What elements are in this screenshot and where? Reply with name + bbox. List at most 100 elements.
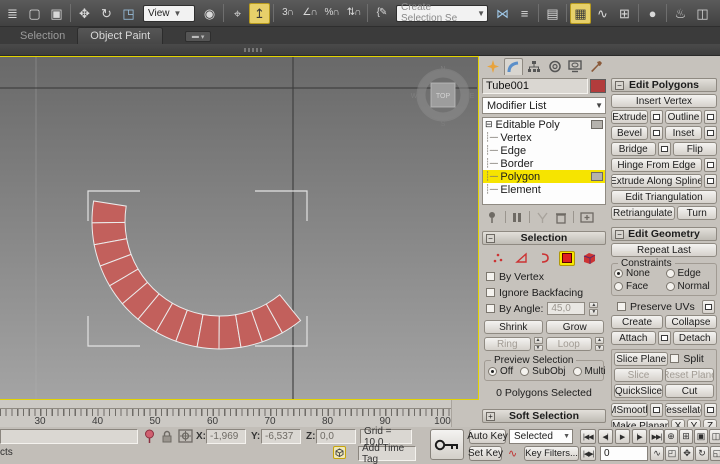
render-production-icon[interactable]: ♨ — [714, 3, 720, 24]
set-keys-button[interactable] — [430, 429, 464, 460]
named-selection-set-dropdown[interactable]: Create Selection Se ▼ — [396, 5, 488, 22]
percent-snap-icon[interactable]: %∩ — [321, 3, 342, 24]
tab-selection[interactable]: Selection — [8, 28, 77, 44]
select-and-scale-icon[interactable]: ◳ — [118, 3, 139, 24]
viewcube-north[interactable]: N — [440, 66, 445, 73]
selection-rollout-header[interactable]: − Selection — [482, 231, 606, 245]
mini-curve-editor-icon[interactable]: ∿ — [650, 446, 664, 461]
edit-polygons-rollout-header[interactable]: − Edit Polygons — [611, 78, 717, 92]
y-coordinate-field[interactable]: -6,537 — [261, 429, 301, 444]
tube-selected-polygons[interactable] — [92, 201, 301, 349]
quickslice-button[interactable]: QuickSlice — [614, 384, 663, 398]
maximize-viewport-icon[interactable]: ◱ — [710, 446, 720, 461]
attach-button[interactable]: Attach — [611, 331, 656, 345]
msmooth-button[interactable]: MSmooth — [611, 403, 648, 417]
extrude-settings-icon[interactable] — [650, 110, 663, 124]
ring-button[interactable]: Ring — [484, 337, 531, 351]
outline-button[interactable]: Outline — [665, 110, 702, 124]
stack-item-root[interactable]: ⊟Editable Poly — [483, 118, 605, 131]
grow-button[interactable]: Grow — [546, 320, 605, 334]
add-time-tag[interactable]: Add Time Tag — [358, 446, 416, 461]
select-and-move-icon[interactable]: ✥ — [74, 3, 95, 24]
edit-named-selection-sets-icon[interactable]: {✎ — [371, 3, 392, 24]
modify-tab-icon[interactable] — [504, 58, 524, 75]
slice-plane-button[interactable]: Slice Plane — [614, 352, 668, 366]
insert-vertex-button[interactable]: Insert Vertex — [611, 94, 717, 108]
window-crossing-toggle-icon[interactable]: ▣ — [46, 3, 67, 24]
align-icon[interactable]: ≡ — [514, 3, 535, 24]
viewcube-south[interactable]: S — [441, 121, 446, 128]
curve-editor-icon[interactable]: ∿ — [592, 3, 613, 24]
modifier-list-dropdown[interactable]: Modifier List ▼ — [482, 97, 606, 114]
next-frame-button[interactable]: |▶ — [632, 429, 647, 444]
angle-snap-icon[interactable]: ∠∩ — [299, 3, 320, 24]
viewcube-east[interactable]: E — [470, 93, 475, 100]
schematic-view-icon[interactable]: ⊞ — [614, 3, 635, 24]
configure-modifier-sets-icon[interactable] — [580, 211, 594, 224]
use-pivot-point-center-icon[interactable]: ◉ — [199, 3, 220, 24]
ribbon-minimize-control[interactable]: ▬▾ — [185, 31, 211, 42]
zoom-extents-all-icon[interactable]: ◫ — [709, 429, 720, 444]
x-coordinate-field[interactable]: -1,969 — [206, 429, 246, 444]
zoom-extents-icon[interactable]: ▣ — [694, 429, 708, 444]
edit-geometry-rollout-header[interactable]: − Edit Geometry — [611, 227, 717, 241]
vertex-subobject-icon[interactable] — [490, 251, 506, 266]
previous-frame-button[interactable]: ◀| — [598, 429, 613, 444]
show-end-result-icon[interactable] — [512, 211, 523, 224]
by-angle-spinner[interactable]: ▲▼ — [589, 302, 598, 316]
constraint-face-radio[interactable] — [614, 282, 623, 291]
rendered-frame-window-icon[interactable]: ◫ — [692, 3, 713, 24]
preview-off-radio[interactable] — [488, 367, 497, 376]
preserve-uvs-checkbox[interactable] — [617, 302, 626, 311]
constraint-edge-radio[interactable] — [666, 269, 675, 278]
graphite-modeling-tools-icon[interactable]: ▦ — [570, 3, 591, 24]
hinge-settings-icon[interactable] — [704, 158, 717, 172]
ignore-backfacing-checkbox[interactable] — [486, 288, 495, 297]
go-to-end-button[interactable]: ▶▶| — [649, 429, 665, 444]
stack-item-polygon[interactable]: ┊----Polygon — [483, 170, 605, 183]
stack-item-element[interactable]: ┊----Element — [483, 183, 605, 196]
play-button[interactable]: ▶ — [615, 429, 630, 444]
viewcube-top-label[interactable]: TOP — [436, 93, 451, 100]
polygon-subobject-icon[interactable] — [559, 251, 575, 266]
split-checkbox[interactable] — [670, 354, 679, 363]
slice-button[interactable]: Slice — [614, 368, 663, 382]
preview-subobj-radio[interactable] — [520, 367, 529, 376]
edit-triangulation-button[interactable]: Edit Triangulation — [611, 190, 717, 204]
top-viewport[interactable]: TOP N S W E — [0, 56, 479, 400]
by-angle-value-field[interactable]: 45,0 — [547, 302, 585, 315]
retriangulate-button[interactable]: Retriangulate — [611, 206, 675, 220]
shrink-button[interactable]: Shrink — [484, 320, 543, 334]
isolate-toggle-button[interactable] — [333, 446, 346, 459]
pan-icon[interactable]: ✥ — [680, 446, 694, 461]
hierarchy-tab-icon[interactable] — [524, 58, 544, 75]
select-and-rotate-icon[interactable]: ↻ — [96, 3, 117, 24]
collapse-button[interactable]: Collapse — [665, 315, 717, 329]
key-mode-toggle[interactable]: |◀▶| — [580, 446, 596, 461]
tab-object-paint[interactable]: Object Paint — [77, 27, 163, 44]
msmooth-settings-icon[interactable] — [650, 403, 663, 417]
bridge-settings-icon[interactable] — [658, 142, 671, 156]
reference-coordinate-system-dropdown[interactable]: View ▼ — [143, 5, 195, 22]
make-unique-icon[interactable] — [536, 211, 549, 224]
motion-tab-icon[interactable] — [545, 58, 565, 75]
isolate-selection-icon[interactable] — [144, 429, 155, 444]
inset-button[interactable]: Inset — [665, 126, 702, 140]
zoom-icon[interactable]: ⊕ — [664, 429, 678, 444]
inset-settings-icon[interactable] — [704, 126, 717, 140]
repeat-last-button[interactable]: Repeat Last — [611, 243, 717, 257]
viewcube[interactable]: TOP N S W E — [411, 66, 475, 128]
absolute-mode-icon[interactable] — [178, 429, 193, 443]
turn-button[interactable]: Turn — [677, 206, 718, 220]
utilities-tab-icon[interactable] — [586, 58, 606, 75]
hinge-from-edge-button[interactable]: Hinge From Edge — [611, 158, 702, 172]
make-planar-button[interactable]: Make Planar — [611, 419, 669, 427]
expand-icon[interactable]: + — [486, 412, 495, 421]
preserve-uvs-settings-icon[interactable] — [702, 300, 715, 314]
new-key-curve-icon[interactable]: ∿ — [508, 447, 517, 460]
auto-key-button[interactable]: Auto Key — [469, 429, 506, 444]
set-key-button[interactable]: Set Key — [469, 446, 502, 461]
select-by-name-icon[interactable]: ≣ — [2, 3, 23, 24]
select-and-manipulate-icon[interactable]: ⌖ — [227, 3, 248, 24]
bevel-button[interactable]: Bevel — [611, 126, 648, 140]
